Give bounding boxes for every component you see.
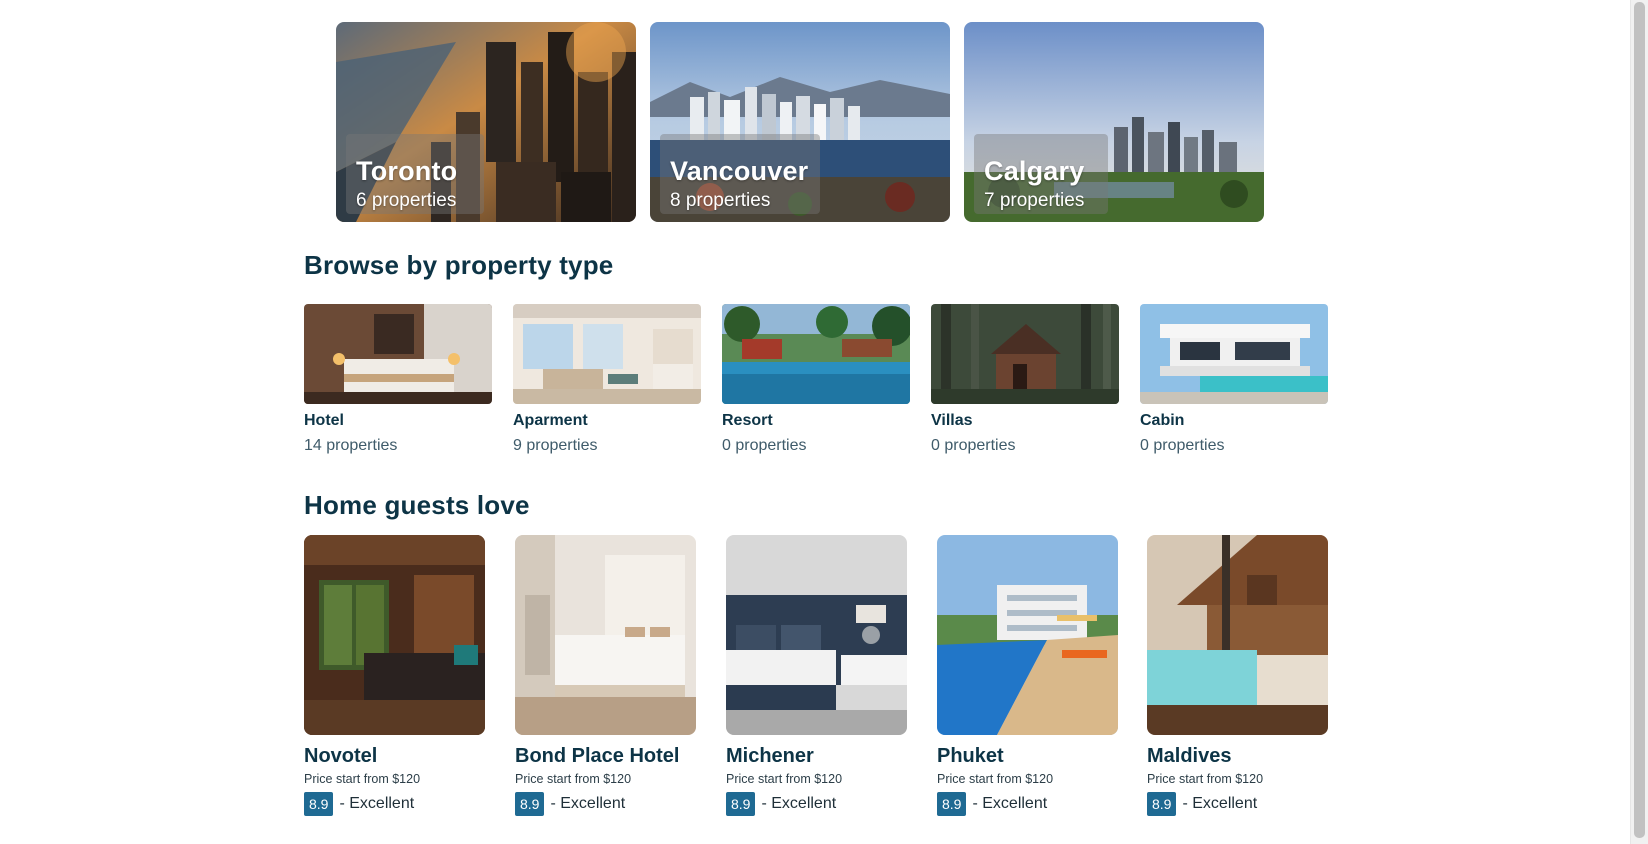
home-rating: 8.9 - Excellent xyxy=(726,791,836,817)
michener-image xyxy=(726,535,907,735)
home-guests-love-list: Novotel Price start from $120 8.9 - Exce… xyxy=(304,535,1328,835)
villas-image xyxy=(931,304,1119,404)
property-type-name: Villas xyxy=(931,412,973,429)
home-price: Price start from $120 xyxy=(304,772,421,786)
property-type-list: Hotel 14 properties Aparment 9 propertie… xyxy=(304,304,1328,464)
city-card-vancouver[interactable]: Vancouver 8 properties xyxy=(650,22,950,222)
scrollbar-thumb[interactable] xyxy=(1634,2,1645,838)
property-type-count: 9 properties xyxy=(513,437,598,454)
rating-label: - Excellent xyxy=(550,795,626,812)
property-type-card-apartment[interactable]: Aparment 9 properties xyxy=(513,304,701,464)
property-type-name: Resort xyxy=(722,412,773,429)
city-caption: Toronto 6 properties xyxy=(346,134,484,214)
vertical-scrollbar[interactable] xyxy=(1630,0,1648,844)
property-type-heading: Browse by property type xyxy=(304,250,614,280)
phuket-image xyxy=(937,535,1118,735)
home-card-maldives[interactable]: Maldives Price start from $120 8.9 - Exc… xyxy=(1147,535,1328,825)
apartment-image xyxy=(513,304,701,404)
home-guests-love-heading: Home guests love xyxy=(304,490,530,520)
home-name: Maldives xyxy=(1147,745,1232,767)
hotel-image xyxy=(304,304,492,404)
home-name: Novotel xyxy=(304,745,378,767)
rating-label: - Excellent xyxy=(339,795,415,812)
property-type-count: 0 properties xyxy=(722,437,807,454)
home-rating: 8.9 - Excellent xyxy=(304,791,414,817)
maldives-image xyxy=(1147,535,1328,735)
city-property-count: 8 properties xyxy=(670,190,771,211)
city-property-count: 6 properties xyxy=(356,190,457,211)
home-card-bond-place-hotel[interactable]: Bond Place Hotel Price start from $120 8… xyxy=(515,535,696,825)
rating-badge: 8.9 xyxy=(1147,792,1177,816)
city-name: Toronto xyxy=(356,156,458,186)
rating-label: - Excellent xyxy=(1182,795,1258,812)
home-price: Price start from $120 xyxy=(515,772,632,786)
rating-label: - Excellent xyxy=(972,795,1048,812)
property-type-name: Hotel xyxy=(304,412,344,429)
home-price: Price start from $120 xyxy=(1147,772,1264,786)
property-type-count: 0 properties xyxy=(931,437,1016,454)
city-cards-row: Toronto 6 properties Vancouver 8 propert… xyxy=(336,22,1300,222)
city-name: Vancouver xyxy=(670,156,809,186)
city-caption: Calgary 7 properties xyxy=(974,134,1108,214)
city-card-toronto[interactable]: Toronto 6 properties xyxy=(336,22,636,222)
cabin-image xyxy=(1140,304,1328,404)
property-type-count: 14 properties xyxy=(304,437,398,454)
novotel-image xyxy=(304,535,485,735)
home-price: Price start from $120 xyxy=(937,772,1054,786)
home-price: Price start from $120 xyxy=(726,772,843,786)
home-card-novotel[interactable]: Novotel Price start from $120 8.9 - Exce… xyxy=(304,535,485,825)
home-name: Bond Place Hotel xyxy=(515,745,680,767)
home-card-michener[interactable]: Michener Price start from $120 8.9 - Exc… xyxy=(726,535,907,825)
city-property-count: 7 properties xyxy=(984,190,1085,211)
bond-place-hotel-image xyxy=(515,535,696,735)
city-card-calgary[interactable]: Calgary 7 properties xyxy=(964,22,1264,222)
resort-image xyxy=(722,304,910,404)
property-type-card-resort[interactable]: Resort 0 properties xyxy=(722,304,910,464)
property-type-card-villas[interactable]: Villas 0 properties xyxy=(931,304,1119,464)
rating-badge: 8.9 xyxy=(937,792,967,816)
property-type-card-hotel[interactable]: Hotel 14 properties xyxy=(304,304,492,464)
rating-badge: 8.9 xyxy=(304,792,334,816)
rating-badge: 8.9 xyxy=(726,792,756,816)
property-type-name: Aparment xyxy=(513,412,588,429)
property-type-name: Cabin xyxy=(1140,412,1185,429)
home-card-phuket[interactable]: Phuket Price start from $120 8.9 - Excel… xyxy=(937,535,1118,825)
home-rating: 8.9 - Excellent xyxy=(515,791,625,817)
property-type-count: 0 properties xyxy=(1140,437,1225,454)
home-rating: 8.9 - Excellent xyxy=(937,791,1047,817)
home-name: Phuket xyxy=(937,745,1004,767)
property-type-card-cabin[interactable]: Cabin 0 properties xyxy=(1140,304,1328,464)
city-name: Calgary xyxy=(984,156,1085,186)
rating-badge: 8.9 xyxy=(515,792,545,816)
rating-label: - Excellent xyxy=(761,795,837,812)
home-name: Michener xyxy=(726,745,814,767)
home-rating: 8.9 - Excellent xyxy=(1147,791,1257,817)
city-caption: Vancouver 8 properties xyxy=(660,134,820,214)
